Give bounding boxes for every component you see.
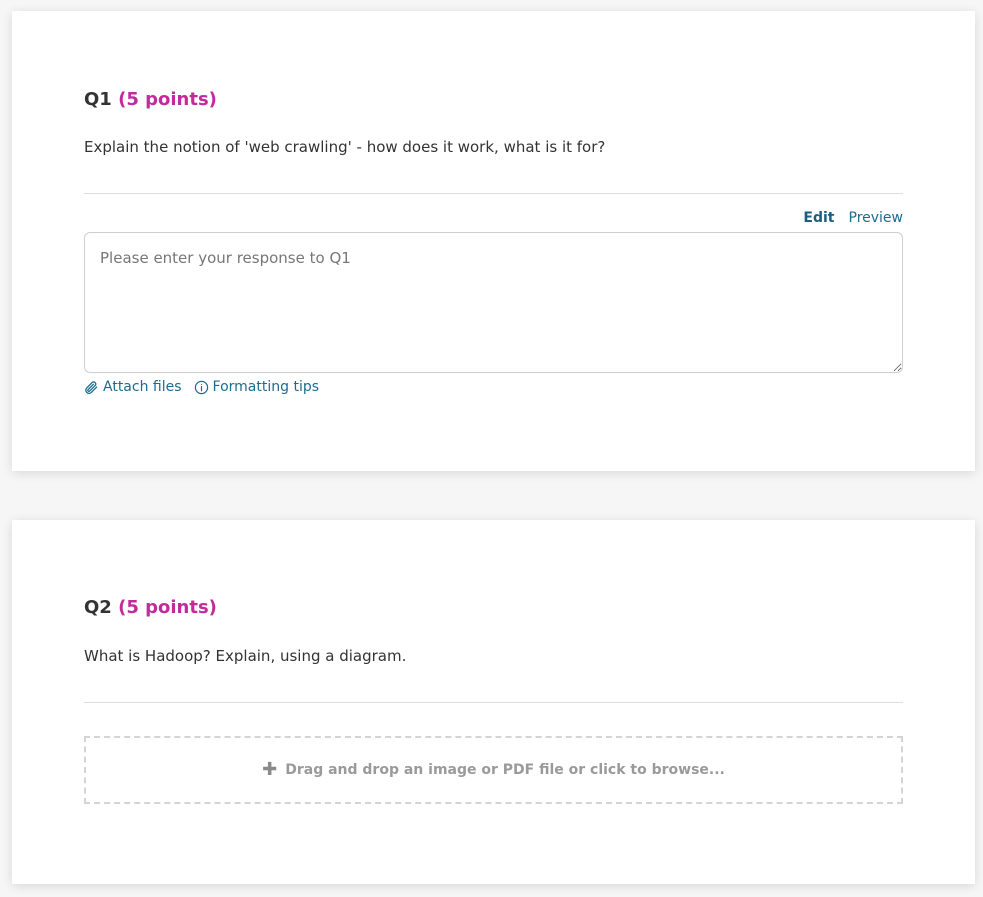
divider xyxy=(84,702,903,703)
dropzone-label: Drag and drop an image or PDF file or cl… xyxy=(285,762,725,778)
tab-edit[interactable]: Edit xyxy=(803,210,834,226)
question-prompt: Explain the notion of 'web crawling' - h… xyxy=(84,138,606,156)
editor-tabs: Edit Preview xyxy=(803,210,903,226)
attach-files-label: Attach files xyxy=(103,379,182,395)
attach-files-link[interactable]: Attach files xyxy=(84,379,182,395)
question-points: (5 points) xyxy=(118,89,217,110)
question-card-q2: Q2 (5 points) What is Hadoop? Explain, u… xyxy=(12,520,975,884)
formatting-tips-label: Formatting tips xyxy=(212,379,320,395)
question-points: (5 points) xyxy=(118,597,217,618)
question-card-q1: Q1 (5 points) Explain the notion of 'web… xyxy=(12,11,975,471)
file-dropzone[interactable]: ✚ Drag and drop an image or PDF file or … xyxy=(84,736,903,804)
question-heading: Q1 (5 points) xyxy=(84,89,217,111)
info-circle-icon xyxy=(194,380,209,395)
tab-preview[interactable]: Preview xyxy=(849,210,904,226)
plus-icon: ✚ xyxy=(262,759,278,780)
formatting-tips-link[interactable]: Formatting tips xyxy=(194,379,319,395)
response-textarea[interactable] xyxy=(84,232,903,373)
question-heading: Q2 (5 points) xyxy=(84,597,217,619)
question-number: Q2 xyxy=(84,597,112,618)
question-prompt: What is Hadoop? Explain, using a diagram… xyxy=(84,647,407,665)
divider xyxy=(84,193,903,194)
editor-tools: Attach files Formatting tips xyxy=(84,379,319,395)
paperclip-icon xyxy=(84,380,99,395)
question-number: Q1 xyxy=(84,89,112,110)
